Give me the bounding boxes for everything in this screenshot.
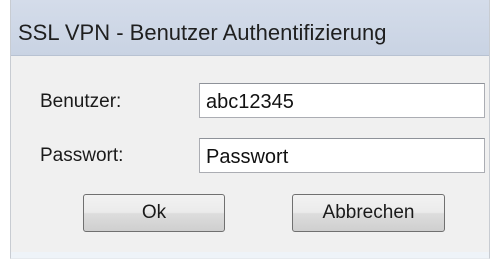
cancel-button[interactable]: Abbrechen <box>292 194 445 232</box>
ok-button[interactable]: Ok <box>83 194 225 232</box>
password-input[interactable] <box>199 138 485 173</box>
password-label: Passwort: <box>40 145 124 166</box>
window-title: SSL VPN - Benutzer Authentifizierung <box>18 20 387 45</box>
title-bar[interactable]: SSL VPN - Benutzer Authentifizierung <box>11 0 489 56</box>
username-label: Benutzer: <box>40 91 122 112</box>
dialog-bottom-edge <box>11 252 489 258</box>
username-input[interactable] <box>199 83 485 118</box>
screen: SSL VPN - Benutzer Authentifizierung Ben… <box>0 0 490 261</box>
auth-dialog: SSL VPN - Benutzer Authentifizierung Ben… <box>10 0 490 259</box>
